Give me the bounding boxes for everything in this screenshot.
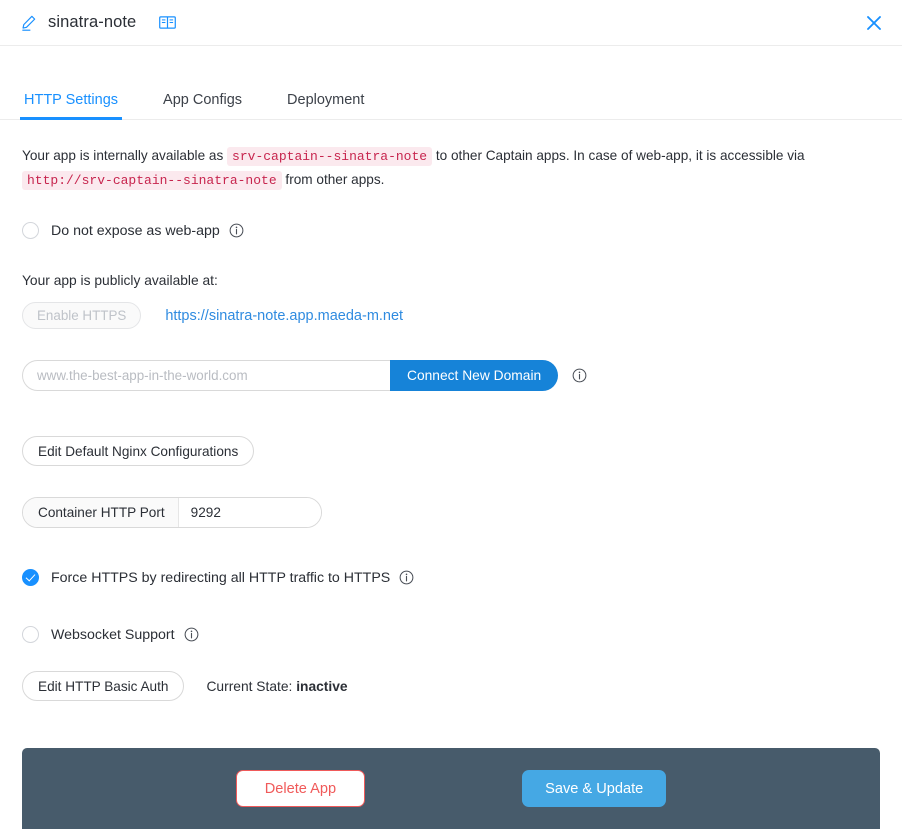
websocket-support-checkbox[interactable]	[22, 626, 39, 643]
http-basic-auth-row: Edit HTTP Basic Auth Current State: inac…	[22, 671, 880, 701]
tab-deployment[interactable]: Deployment	[285, 92, 366, 119]
websocket-support-label: Websocket Support	[51, 626, 175, 643]
info-circle-icon[interactable]	[229, 223, 244, 238]
tab-app-configs[interactable]: App Configs	[161, 92, 244, 119]
public-availability-heading: Your app is publicly available at:	[22, 273, 218, 288]
https-row: Enable HTTPS https://sinatra-note.app.ma…	[22, 302, 880, 329]
force-https-label: Force HTTPS by redirecting all HTTP traf…	[51, 569, 391, 586]
do-not-expose-checkbox[interactable]	[22, 222, 39, 239]
info-circle-icon[interactable]	[184, 627, 199, 642]
info-circle-icon[interactable]	[399, 570, 414, 585]
do-not-expose-checkbox-row[interactable]: Do not expose as web-app	[22, 222, 244, 239]
info-circle-icon[interactable]	[572, 368, 587, 383]
window-titlebar: sinatra-note	[0, 0, 902, 46]
footer-action-bar: Delete App Save & Update	[22, 748, 880, 829]
basic-auth-state-prefix: Current State:	[206, 678, 297, 694]
edit-http-basic-auth-button[interactable]: Edit HTTP Basic Auth	[22, 671, 185, 701]
desc-part-2: to other Captain apps. In case of web-ap…	[432, 148, 805, 163]
do-not-expose-label: Do not expose as web-app	[51, 222, 220, 239]
desc-part-1: Your app is internally available as	[22, 148, 228, 163]
settings-tabs: HTTP Settings App Configs Deployment	[0, 77, 902, 120]
internal-hostname-code: srv-captain--sinatra-note	[227, 147, 433, 166]
basic-auth-state-value: inactive	[296, 678, 348, 694]
public-url-link[interactable]: https://sinatra-note.app.maeda-m.net	[165, 308, 403, 324]
internal-url-code: http://srv-captain--sinatra-note	[22, 171, 282, 190]
container-http-port-group: Container HTTP Port	[22, 497, 322, 528]
open-book-icon[interactable]	[158, 13, 177, 32]
app-title: sinatra-note	[48, 13, 137, 31]
container-http-port-input[interactable]	[178, 498, 321, 527]
delete-app-button[interactable]: Delete App	[235, 770, 366, 807]
basic-auth-state: Current State: inactive	[206, 679, 347, 694]
websocket-support-checkbox-row[interactable]: Websocket Support	[22, 626, 199, 643]
internal-availability-description: Your app is internally available as srv-…	[22, 144, 880, 192]
connect-new-domain-button[interactable]: Connect New Domain	[390, 360, 559, 391]
container-http-port-label: Container HTTP Port	[23, 498, 179, 527]
edit-nginx-config-button[interactable]: Edit Default Nginx Configurations	[22, 436, 255, 466]
pencil-edit-icon[interactable]	[20, 14, 38, 32]
enable-https-button[interactable]: Enable HTTPS	[22, 302, 142, 329]
save-and-update-button[interactable]: Save & Update	[522, 770, 667, 807]
connect-domain-group: Connect New Domain	[22, 360, 880, 391]
tab-http-settings[interactable]: HTTP Settings	[19, 92, 123, 120]
desc-part-3: from other apps.	[281, 172, 385, 187]
http-settings-panel: Your app is internally available as srv-…	[0, 144, 902, 701]
close-x-icon[interactable]	[864, 13, 884, 33]
force-https-checkbox[interactable]	[22, 569, 39, 586]
custom-domain-input[interactable]	[22, 360, 390, 391]
force-https-checkbox-row[interactable]: Force HTTPS by redirecting all HTTP traf…	[22, 569, 414, 586]
